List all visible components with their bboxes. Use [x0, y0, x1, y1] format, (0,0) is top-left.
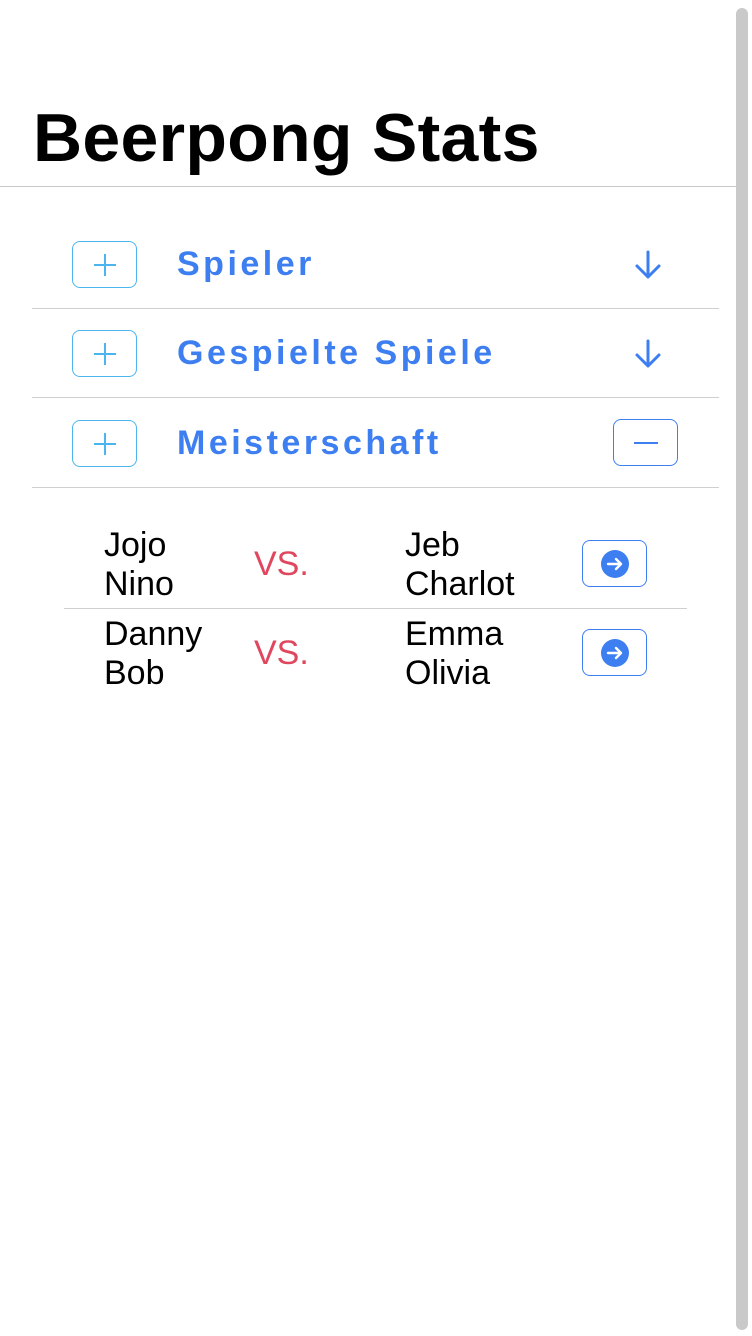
player-name: Bob — [104, 654, 165, 692]
section-label-spieler[interactable]: Spieler — [177, 244, 315, 284]
team-right: Emma Olivia — [405, 615, 503, 693]
plus-icon — [93, 342, 116, 365]
arrow-right-circle-icon — [600, 549, 629, 578]
player-name: Nino — [104, 565, 174, 603]
minus-icon — [633, 441, 658, 444]
arrow-down-icon — [635, 250, 661, 279]
team-left: Danny Bob — [104, 615, 202, 693]
collapse-meisterschaft-button[interactable] — [613, 419, 678, 466]
expand-spieler-button[interactable] — [632, 248, 664, 282]
section-label-gespielte-spiele[interactable]: Gespielte Spiele — [177, 333, 496, 373]
vs-label: VS. — [254, 545, 309, 583]
player-name: Charlot — [405, 565, 515, 603]
add-game-button[interactable] — [72, 330, 137, 377]
page-title: Beerpong Stats — [33, 100, 540, 176]
team-right: Jeb Charlot — [405, 526, 515, 604]
expand-gespielte-spiele-button[interactable] — [632, 337, 664, 371]
player-name: Olivia — [405, 654, 491, 692]
open-match-button[interactable] — [582, 540, 647, 587]
header-divider — [0, 186, 736, 187]
plus-icon — [93, 432, 116, 455]
player-name: Emma — [405, 615, 504, 653]
team-left: Jojo Nino — [104, 526, 174, 604]
section-spieler: Spieler — [32, 220, 719, 309]
scrollbar[interactable] — [736, 8, 748, 1330]
match-row: Jojo Nino VS. Jeb Charlot — [64, 520, 687, 609]
plus-icon — [93, 253, 116, 276]
player-name: Jeb — [405, 526, 460, 564]
player-name: Jojo — [104, 526, 167, 564]
section-meisterschaft: Meisterschaft — [32, 399, 719, 488]
open-match-button[interactable] — [582, 629, 647, 676]
player-name: Danny — [104, 615, 203, 653]
vs-label: VS. — [254, 634, 309, 672]
add-championship-button[interactable] — [72, 420, 137, 467]
add-player-button[interactable] — [72, 241, 137, 288]
app-screen: Beerpong Stats Spieler Gespielte Spiele — [0, 0, 752, 1336]
section-label-meisterschaft[interactable]: Meisterschaft — [177, 423, 442, 463]
arrow-right-circle-icon — [600, 638, 629, 667]
arrow-down-icon — [635, 339, 661, 368]
section-gespielte-spiele: Gespielte Spiele — [32, 309, 719, 398]
match-row: Danny Bob VS. Emma Olivia — [64, 609, 687, 698]
